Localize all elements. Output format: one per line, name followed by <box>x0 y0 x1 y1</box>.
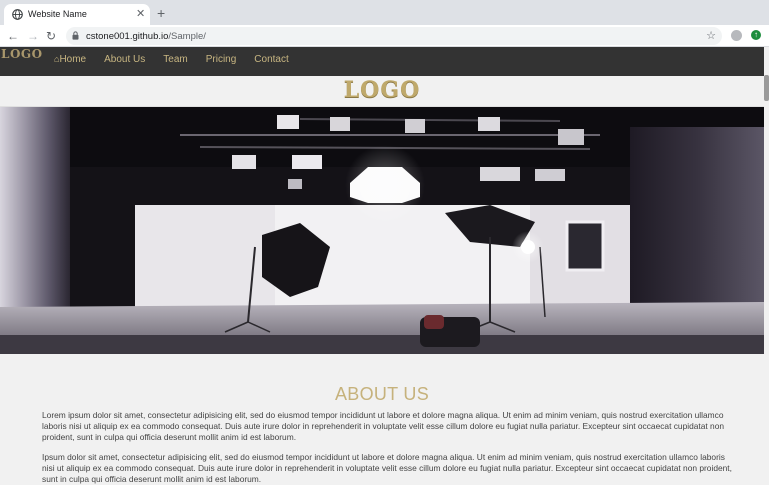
url-path: /Sample/ <box>168 31 206 42</box>
scrollbar-thumb[interactable] <box>764 75 769 101</box>
nav-link-contact[interactable]: Contact <box>254 54 288 65</box>
nav-links: ⌂Home About Us Team Pricing Contact <box>54 54 307 65</box>
forward-arrow-icon[interactable]: → <box>27 29 39 43</box>
logo-banner: LOGO <box>0 76 764 107</box>
address-bar[interactable]: cstone001.github.io/Sample/ ☆ <box>66 27 722 45</box>
about-paragraph-1: Lorem ipsum dolor sit amet, consectetur … <box>42 410 725 442</box>
url-text: cstone001.github.io/Sample/ <box>86 31 206 42</box>
new-tab-button[interactable]: + <box>157 6 165 20</box>
lock-icon <box>72 31 79 40</box>
site-navbar: LOGO ⌂Home About Us Team Pricing Contact <box>0 47 764 76</box>
about-section: ABOUT US Lorem ipsum dolor sit amet, con… <box>0 354 764 484</box>
tab-title: Website Name <box>28 9 87 19</box>
back-arrow-icon[interactable]: ← <box>7 29 19 43</box>
close-tab-icon[interactable]: ✕ <box>136 7 145 20</box>
nav-link-pricing[interactable]: Pricing <box>206 54 237 65</box>
photo-studio-image <box>0 107 764 354</box>
nav-link-home[interactable]: ⌂Home <box>54 54 86 65</box>
globe-icon <box>12 9 23 20</box>
nav-logo[interactable]: LOGO <box>1 47 43 61</box>
extension-icon[interactable]: ↑ <box>751 30 761 40</box>
about-paragraph-2: Ipsum dolor sit amet, consectetur adipis… <box>42 452 732 484</box>
bookmark-star-icon[interactable]: ☆ <box>706 29 716 42</box>
nav-link-about[interactable]: About Us <box>104 54 145 65</box>
page-scrollbar[interactable] <box>764 47 769 481</box>
browser-toolbar: ← → ↻ cstone001.github.io/Sample/ ☆ ↑ <box>0 25 769 47</box>
banner-logo: LOGO <box>343 77 421 103</box>
about-heading: ABOUT US <box>334 384 430 404</box>
nav-link-home-label: Home <box>59 54 87 65</box>
url-host: cstone001.github.io <box>86 31 169 42</box>
profile-avatar-icon[interactable] <box>731 30 742 41</box>
browser-tab[interactable]: Website Name ✕ <box>4 4 150 26</box>
hero-image <box>0 107 764 354</box>
reload-icon[interactable]: ↻ <box>46 29 56 43</box>
browser-tab-bar: Website Name ✕ + <box>0 0 769 26</box>
nav-link-team[interactable]: Team <box>163 54 187 65</box>
